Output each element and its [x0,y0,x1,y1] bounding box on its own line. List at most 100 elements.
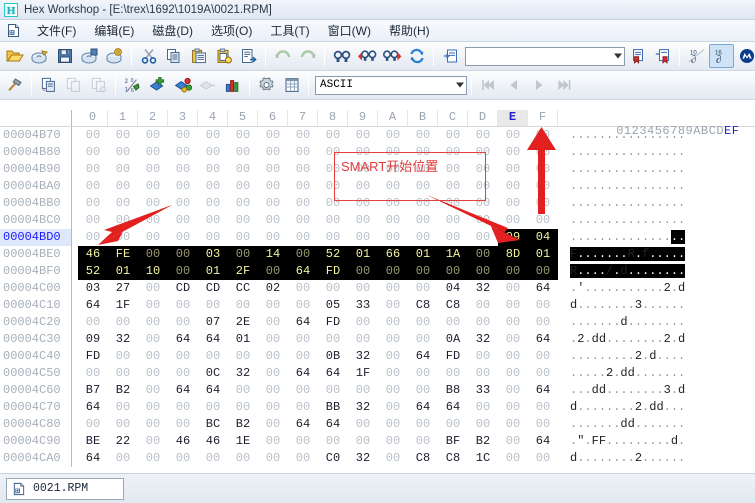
hex-row-offset[interactable]: 00004C90 [0,433,72,450]
copy-icon[interactable] [161,44,186,68]
hex-byte-cell[interactable]: 00 [528,127,558,144]
nav-prev-icon[interactable] [501,73,526,97]
hex-byte-cell[interactable]: 00 [138,280,168,297]
hex-byte-cell[interactable]: 00 [378,212,408,229]
ascii-char[interactable]: . [599,128,606,142]
ascii-char[interactable]: . [664,128,671,142]
ascii-char[interactable]: . [678,264,686,278]
hex-byte-cell[interactable]: 00 [228,212,258,229]
ascii-char[interactable]: . [620,281,627,295]
ascii-char[interactable]: 2 [664,332,671,346]
hex-byte-cell[interactable]: 00 [198,161,228,178]
hex-byte-cell[interactable]: CC [228,280,258,297]
hex-byte-cell[interactable]: 00 [348,433,378,450]
open-file-icon[interactable] [2,44,27,68]
ascii-char[interactable]: . [635,332,642,346]
ascii-char[interactable]: . [656,332,663,346]
hex-byte-cell[interactable]: 00 [258,144,288,161]
hex-byte-cell[interactable]: 00 [108,314,138,331]
hex-byte-cells[interactable]: 00 00 00 00 00 00 00 00 00 00 00 00 00 00 00 00 [78,195,558,212]
hex-byte-cell[interactable]: BF [438,433,468,450]
hex-byte-cell[interactable]: 33 [348,297,378,314]
hex-byte-cell[interactable]: 00 [288,331,318,348]
ascii-char[interactable]: . [678,179,685,193]
hex-byte-cell[interactable]: 00 [78,195,108,212]
hex-byte-cell[interactable]: 00 [318,178,348,195]
hex-byte-cell[interactable]: 09 [78,331,108,348]
ascii-char[interactable]: . [628,400,635,414]
hex-byte-cell[interactable]: 00 [378,399,408,416]
ascii-char[interactable]: . [634,247,643,261]
hex-byte-cells[interactable]: 64 1F 00 00 00 00 00 00 05 33 00 C8 C8 00 00 00 [78,297,558,314]
ascii-char[interactable]: . [656,230,663,244]
ascii-char[interactable]: . [599,451,606,465]
ascii-char[interactable]: d [620,264,628,278]
ascii-char[interactable]: . [678,145,685,159]
ascii-char[interactable]: . [678,128,685,142]
ascii-char[interactable]: . [584,264,592,278]
hex-byte-cell[interactable]: C8 [408,297,438,314]
ascii-char[interactable]: . [656,417,663,431]
ascii-char[interactable]: 2 [635,451,642,465]
hex-byte-cell[interactable]: 00 [528,314,558,331]
hex-byte-cell[interactable]: 00 [318,433,348,450]
hex-byte-cell[interactable]: 00 [288,127,318,144]
hex-byte-cell[interactable]: 00 [168,348,198,365]
hex-byte-cell[interactable]: 64 [198,331,228,348]
hex-byte-cell[interactable]: 00 [138,161,168,178]
ascii-char[interactable]: . [664,400,671,414]
hex-row[interactable]: 00004C50 00 00 00 00 0C 32 00 64 64 1F 00 00 00 00 00 00… [0,365,755,382]
ascii-char[interactable]: d [599,332,606,346]
hex-byte-cell[interactable]: 00 [408,416,438,433]
hex-byte-cell[interactable]: 00 [498,314,528,331]
ascii-char[interactable]: . [628,451,635,465]
hex-row[interactable]: 00004CA0 64 00 00 00 00 00 00 00 C0 32 00 C8 C8 1C 00 00… [0,450,755,467]
hex-byte-cell[interactable]: 00 [378,280,408,297]
hex-byte-cell[interactable]: 00 [138,399,168,416]
hex-byte-cell[interactable]: 00 [288,195,318,212]
hex-byte-cell[interactable]: 00 [168,195,198,212]
hex-byte-cell[interactable]: 32 [468,280,498,297]
refresh-icon[interactable] [404,44,429,68]
hex-byte-cell[interactable]: 01 [528,246,558,263]
hex-byte-cell[interactable]: 00 [228,348,258,365]
hex-byte-cell[interactable]: 64 [288,416,318,433]
hex-byte-cell[interactable]: 00 [198,348,228,365]
hex-byte-cell[interactable]: 00 [528,348,558,365]
ascii-char[interactable]: . [620,298,627,312]
ascii-char[interactable]: d [620,366,627,380]
hex-byte-cell[interactable]: 00 [378,382,408,399]
ascii-char[interactable]: . [663,264,671,278]
hex-byte-cell[interactable]: 00 [288,161,318,178]
hex-row-offset[interactable]: 00004C70 [0,399,72,416]
hex-byte-cell[interactable]: 00 [348,331,378,348]
hex-byte-cell[interactable]: 00 [198,195,228,212]
hex-byte-cell[interactable]: 00 [258,161,288,178]
hex-byte-cell[interactable]: 00 [438,365,468,382]
hex-byte-cell[interactable]: 00 [78,229,108,246]
ascii-char[interactable]: . [656,162,663,176]
ascii-char[interactable]: . [656,349,663,363]
hex-byte-cell[interactable]: 00 [258,314,288,331]
base16-icon[interactable]: 16 ∂ [709,44,734,68]
ascii-char[interactable]: . [592,128,599,142]
ascii-char[interactable]: . [584,230,591,244]
hex-byte-cell[interactable]: 1F [348,365,378,382]
hex-byte-cell[interactable]: 00 [498,297,528,314]
hex-byte-cell[interactable]: 00 [258,263,288,280]
redo-icon[interactable] [295,44,320,68]
ascii-char[interactable]: . [584,400,591,414]
hex-byte-cell[interactable]: 00 [438,212,468,229]
ascii-char[interactable]: 2 [635,349,642,363]
checksum2-icon[interactable] [86,73,111,97]
ascii-char[interactable]: . [592,213,599,227]
ascii-cells[interactable]: .".FF.........d. [570,433,685,450]
hex-byte-cell[interactable]: 00 [468,212,498,229]
hex-column-header-F[interactable]: F [528,110,558,126]
ascii-char[interactable]: . [592,162,599,176]
hex-byte-cell[interactable]: 00 [528,450,558,467]
hex-byte-cell[interactable]: 00 [138,144,168,161]
ascii-char[interactable]: . [584,281,591,295]
hex-byte-cell[interactable]: CD [168,280,198,297]
hex-byte-cell[interactable]: 00 [168,127,198,144]
